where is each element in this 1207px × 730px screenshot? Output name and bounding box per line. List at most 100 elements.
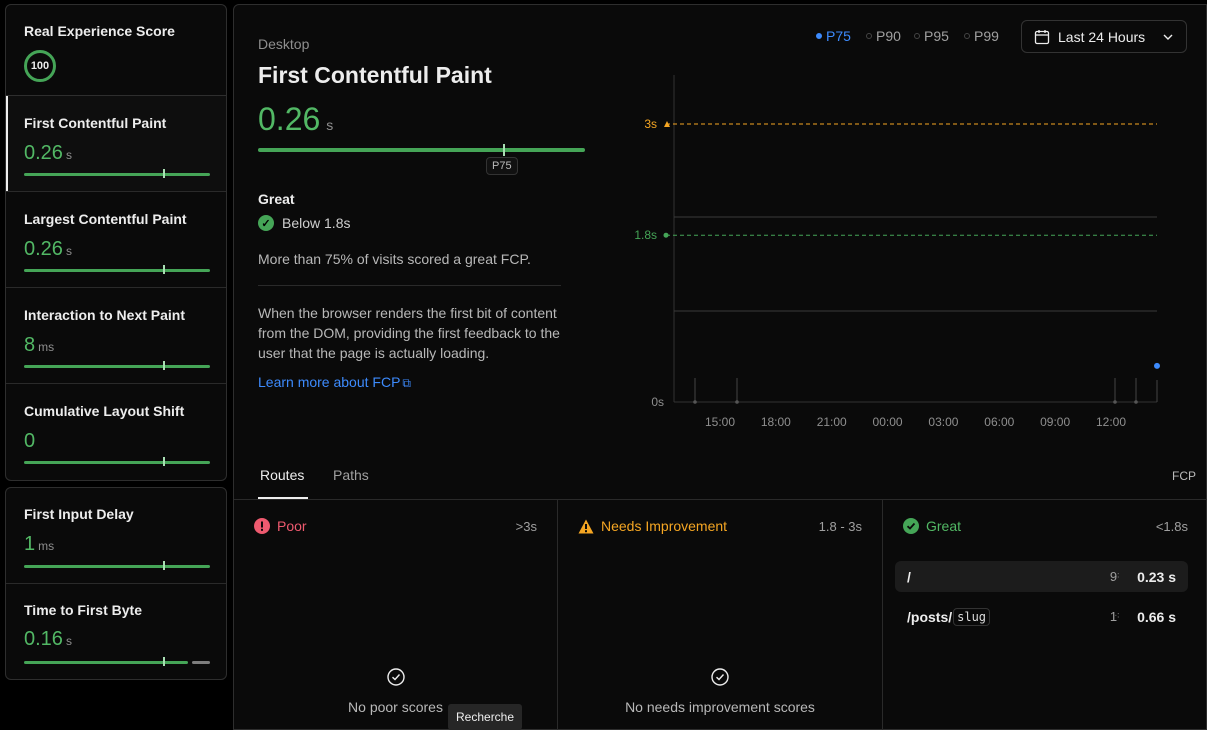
rating-label: Great bbox=[258, 191, 295, 207]
p75-marker bbox=[163, 361, 165, 370]
tab-paths[interactable]: Paths bbox=[333, 467, 369, 483]
metric-detail-panel: Desktop First Contentful Paint 0.26 s P75… bbox=[233, 4, 1207, 730]
poor-header: Poor bbox=[254, 518, 307, 534]
needs-improvement-column: Needs Improvement 1.8 - 3s No needs impr… bbox=[558, 500, 883, 730]
x-tick-label: 06:00 bbox=[984, 415, 1014, 429]
metric-lcp[interactable]: Largest Contentful Paint 0.26 s bbox=[6, 192, 226, 288]
other-metrics-list: First Input Delay 1 ms Time to First Byte… bbox=[5, 487, 227, 680]
metric-value: 0 bbox=[24, 430, 36, 452]
x-tick-label: 09:00 bbox=[1040, 415, 1070, 429]
tab-routes[interactable]: Routes bbox=[260, 467, 304, 483]
visits-icon: ⁖ bbox=[1114, 571, 1120, 582]
baseline-point bbox=[693, 400, 697, 404]
x-tick-label: 21:00 bbox=[817, 415, 847, 429]
needs-range: 1.8 - 3s bbox=[818, 519, 862, 534]
needs-header: Needs Improvement bbox=[578, 518, 727, 534]
p75-marker bbox=[503, 144, 505, 156]
active-indicator bbox=[6, 96, 8, 191]
metric-name: Interaction to Next Paint bbox=[24, 307, 186, 323]
great-label: Great bbox=[926, 518, 962, 534]
needs-empty-text: No needs improvement scores bbox=[625, 699, 815, 715]
check-circle-icon bbox=[386, 668, 405, 686]
check-circle-icon bbox=[903, 518, 919, 534]
x-tick-label: 18:00 bbox=[761, 415, 791, 429]
needs-label: Needs Improvement bbox=[601, 518, 728, 534]
percentile-p75[interactable]: P75 bbox=[816, 28, 851, 44]
route-path: / bbox=[907, 568, 911, 585]
poor-column: Poor >3s No poor scores bbox=[234, 500, 558, 730]
great-header: Great bbox=[903, 518, 961, 534]
metric-fcp[interactable]: First Contentful Paint 0.26 s bbox=[6, 96, 226, 192]
baseline-point bbox=[1134, 400, 1138, 404]
route-value: 0.66 s bbox=[1137, 608, 1176, 625]
route-value: 0.23 s bbox=[1137, 568, 1176, 585]
baseline-point bbox=[1113, 400, 1117, 404]
score-ring: 100 bbox=[24, 50, 56, 82]
core-metrics-list: First Contentful Paint 0.26 s Largest Con… bbox=[5, 96, 227, 481]
metric-cls[interactable]: Cumulative Layout Shift 0 bbox=[6, 384, 226, 480]
time-range-label: Last 24 Hours bbox=[1058, 28, 1146, 45]
metric-inp[interactable]: Interaction to Next Paint 8 ms bbox=[6, 288, 226, 384]
tooltip: Recherche bbox=[448, 704, 523, 730]
route-path: /posts/ bbox=[907, 608, 953, 625]
metric-bar bbox=[24, 173, 210, 176]
metric-value: 0.26 s bbox=[24, 142, 72, 164]
page-title: First Contentful Paint bbox=[258, 62, 492, 88]
active-tab-indicator bbox=[258, 497, 308, 499]
warning-icon bbox=[578, 519, 594, 533]
p75-marker bbox=[163, 457, 165, 466]
percentile-p95[interactable]: P95 bbox=[914, 28, 949, 44]
summary-text: More than 75% of visits scored a great F… bbox=[258, 251, 531, 267]
chevron-down-icon bbox=[1163, 34, 1173, 40]
metric-fid[interactable]: First Input Delay 1 ms bbox=[6, 488, 226, 584]
p75-marker bbox=[163, 265, 165, 274]
metric-name: Time to First Byte bbox=[24, 602, 142, 618]
metric-label: FCP bbox=[1172, 469, 1196, 483]
radio-dot-icon bbox=[964, 33, 970, 39]
x-tick-label: 15:00 bbox=[705, 415, 735, 429]
check-circle-icon: ✓ bbox=[258, 215, 274, 231]
learn-more-link[interactable]: Learn more about FCP ⧉ bbox=[258, 374, 411, 391]
threshold-label: 3s bbox=[644, 117, 657, 131]
p75-tag: P75 bbox=[486, 157, 518, 175]
metric-value: 0.26 s bbox=[24, 238, 72, 260]
p75-marker bbox=[163, 561, 165, 570]
score-value: 100 bbox=[30, 60, 50, 72]
metric-bar bbox=[24, 565, 210, 568]
threshold-label: 1.8s bbox=[634, 228, 657, 242]
route-row[interactable]: / 9 ⁖ 0.23 s bbox=[895, 561, 1188, 592]
metric-value: 0.16 s bbox=[24, 628, 72, 650]
metric-ttfb[interactable]: Time to First Byte 0.16 s bbox=[6, 584, 226, 679]
fcp-chart: 3s 1.8s 0s 15:00 18:00 21:00 00:00 03:00 06:00 09… bbox=[634, 75, 1160, 429]
metric-name: Cumulative Layout Shift bbox=[24, 403, 185, 419]
great-range: <1.8s bbox=[1155, 519, 1188, 534]
x-tick-label: 12:00 bbox=[1096, 415, 1126, 429]
external-link-icon: ⧉ bbox=[402, 376, 411, 390]
y-tick-label: 0s bbox=[651, 395, 664, 409]
score-bar bbox=[258, 148, 585, 152]
metric-value: 0.26 s bbox=[258, 101, 334, 137]
check-circle-icon bbox=[711, 668, 729, 686]
p75-marker bbox=[163, 169, 165, 178]
poor-range: >3s bbox=[515, 519, 537, 534]
percentile-p90[interactable]: P90 bbox=[866, 28, 901, 44]
poor-label: Poor bbox=[277, 518, 307, 534]
threshold-marker bbox=[663, 232, 669, 238]
metric-value: 8 ms bbox=[24, 334, 55, 356]
baseline-point bbox=[735, 400, 739, 404]
metric-name: First Input Delay bbox=[24, 506, 134, 522]
radio-dot-icon bbox=[866, 33, 872, 39]
metric-bar-remainder bbox=[192, 661, 210, 664]
p75-marker bbox=[163, 657, 165, 666]
score-card[interactable]: Real Experience Score 100 bbox=[5, 4, 227, 96]
route-row[interactable]: /posts/ slug 1 ⁖ 0.66 s bbox=[895, 601, 1188, 632]
x-tick-label: 00:00 bbox=[873, 415, 903, 429]
great-column: Great <1.8s / 9 ⁖ 0.23 s /posts/ slug 1 … bbox=[883, 500, 1207, 730]
description-text: When the browser renders the first bit o… bbox=[258, 305, 560, 361]
metric-bar bbox=[24, 461, 210, 464]
time-range-select[interactable]: Last 24 Hours bbox=[1021, 20, 1187, 53]
percentile-p99[interactable]: P99 bbox=[964, 28, 999, 44]
metric-bar bbox=[24, 269, 210, 272]
routes-tabs: Routes Paths FCP bbox=[234, 460, 1207, 500]
error-icon bbox=[254, 518, 270, 534]
